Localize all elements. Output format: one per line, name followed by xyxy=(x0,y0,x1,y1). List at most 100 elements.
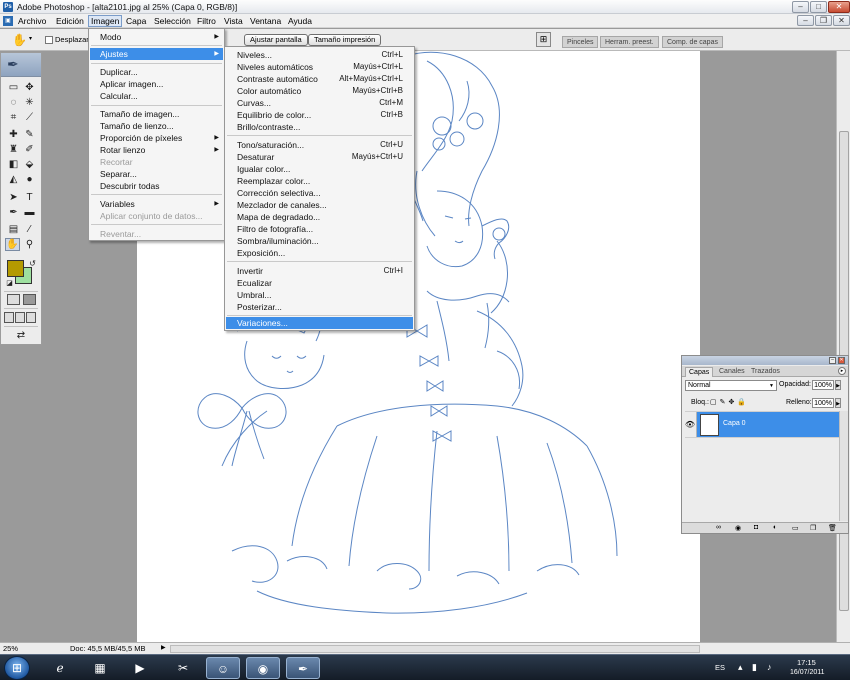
menu-item-brillo-contraste[interactable]: Brillo/contraste... xyxy=(226,121,413,133)
imageready-jump-icon[interactable]: ⇄ xyxy=(6,329,36,342)
start-button[interactable]: ⊞ xyxy=(4,656,30,680)
status-menu-arrow-icon[interactable]: ▶ xyxy=(161,643,166,654)
new-layer-icon[interactable]: ❐ xyxy=(810,524,816,532)
menu-vista[interactable]: Vista xyxy=(222,15,245,27)
screen-mode-menu-icon[interactable] xyxy=(15,312,25,323)
screen-mode-full-icon[interactable] xyxy=(26,312,36,323)
default-colors-icon[interactable]: ◪ xyxy=(2,277,17,290)
menu-item-curvas[interactable]: Curvas... Ctrl+M xyxy=(226,97,413,109)
menu-item-descubrir-todas[interactable]: Descubrir todas xyxy=(90,180,223,192)
notes-tool-icon[interactable]: ▤ xyxy=(6,223,21,236)
language-indicator[interactable]: ES xyxy=(715,663,725,672)
fx-icon[interactable]: ◉ xyxy=(735,524,741,532)
media-icon[interactable]: ▶ xyxy=(123,657,157,679)
blur-tool-icon[interactable]: ◭ xyxy=(6,173,21,186)
menu-item-separar[interactable]: Separar... xyxy=(90,168,223,180)
photoshop-icon[interactable]: ✒ xyxy=(286,657,320,679)
menu-item-umbral[interactable]: Umbral... xyxy=(226,289,413,301)
eraser-tool-icon[interactable]: ◧ xyxy=(6,158,21,171)
menu-item-rotar-lienzo[interactable]: Rotar lienzo ▶ xyxy=(90,144,223,156)
folder-icon[interactable]: ▭ xyxy=(792,524,799,532)
opacity-field[interactable]: 100% xyxy=(812,380,834,390)
tab-pinceles[interactable]: Pinceles xyxy=(562,36,599,48)
document-icon[interactable]: ▣ xyxy=(3,16,13,26)
tool-icon[interactable]: ✂ xyxy=(166,657,200,679)
history-brush-tool-icon[interactable]: ✐ xyxy=(22,143,37,156)
explorer-icon[interactable]: ▦ xyxy=(83,657,117,679)
menu-item-correccion-selectiva[interactable]: Corrección selectiva... xyxy=(226,187,413,199)
menu-imagen[interactable]: Imagen xyxy=(88,15,123,27)
layers-panel-titlebar[interactable]: – ✕ xyxy=(682,356,848,365)
minimize-button[interactable]: – xyxy=(792,1,809,13)
stamp-tool-icon[interactable]: ♜ xyxy=(6,143,21,156)
tool-preset-caret[interactable]: ▾ xyxy=(29,35,32,42)
trash-icon[interactable]: 🗑 xyxy=(828,524,837,532)
canvas-vertical-scrollbar[interactable] xyxy=(836,51,850,642)
menu-item-variaciones[interactable]: Variaciones... xyxy=(226,317,413,329)
menu-item-ecualizar[interactable]: Ecualizar xyxy=(226,277,413,289)
hand-tool-icon[interactable]: ✋ xyxy=(12,33,27,47)
magic-wand-tool-icon[interactable]: ✳ xyxy=(22,96,37,109)
clock-date[interactable]: 16/07/2011 xyxy=(790,669,825,676)
visibility-eye-icon[interactable]: 👁 xyxy=(684,412,697,437)
doc-minimize-button[interactable]: – xyxy=(797,15,814,26)
menu-filtro[interactable]: Filtro xyxy=(195,15,218,27)
layer-row[interactable]: 👁 Capa 0 xyxy=(684,411,839,438)
move-tool-icon[interactable]: ✥ xyxy=(22,81,37,94)
menu-item-tamano-lienzo[interactable]: Tamaño de lienzo... xyxy=(90,120,223,132)
menu-item-invertir[interactable]: Invertir Ctrl+I xyxy=(226,265,413,277)
menu-archivo[interactable]: Archivo xyxy=(16,15,48,27)
type-tool-icon[interactable]: T xyxy=(22,191,37,204)
standard-mode-icon[interactable] xyxy=(7,294,20,305)
menu-item-reemplazar-color[interactable]: Reemplazar color... xyxy=(226,175,413,187)
marquee-tool-icon[interactable]: ▭ xyxy=(6,81,21,94)
palette-well-icon[interactable]: ⊞ xyxy=(536,32,551,47)
lasso-tool-icon[interactable]: ◌ xyxy=(6,96,21,109)
path-select-tool-icon[interactable]: ➤ xyxy=(6,191,21,204)
menu-item-variables[interactable]: Variables ▶ xyxy=(90,198,223,210)
hand-tool-button[interactable]: ✋ xyxy=(5,238,20,251)
fit-screen-button[interactable]: Ajustar pantalla xyxy=(244,34,308,46)
maximize-button[interactable]: □ xyxy=(810,1,827,13)
doc-restore-button[interactable]: ❐ xyxy=(815,15,832,26)
menu-item-sombra-iluminacion[interactable]: Sombra/iluminación... xyxy=(226,235,413,247)
menu-item-modo[interactable]: Modo ▶ xyxy=(90,31,223,43)
fill-slider-arrow-icon[interactable]: ▶ xyxy=(835,398,841,408)
menu-seleccion[interactable]: Selección xyxy=(152,15,193,27)
slice-tool-icon[interactable]: ⟋ xyxy=(22,111,37,124)
blend-mode-select[interactable]: Normal ▼ xyxy=(685,380,777,391)
menu-item-mapa-degradado[interactable]: Mapa de degradado... xyxy=(226,211,413,223)
menu-item-contraste-automatico[interactable]: Contraste automático Alt+Mayús+Ctrl+L xyxy=(226,73,413,85)
menu-ayuda[interactable]: Ayuda xyxy=(286,15,314,27)
menu-item-mezclador-canales[interactable]: Mezclador de canales... xyxy=(226,199,413,211)
menu-item-exposicion[interactable]: Exposición... xyxy=(226,247,413,259)
crop-tool-icon[interactable]: ⌗ xyxy=(6,111,21,124)
panel-minimize-button[interactable]: – xyxy=(829,357,836,364)
shape-tool-icon[interactable]: ▬ xyxy=(22,206,37,219)
chrome-icon[interactable]: ◉ xyxy=(246,657,280,679)
doc-close-button[interactable]: ✕ xyxy=(833,15,850,26)
menu-item-ajustes[interactable]: Ajustes ▶ xyxy=(90,48,223,60)
menu-item-posterizar[interactable]: Posterizar... xyxy=(226,301,413,313)
ie-icon[interactable]: ℯ xyxy=(43,657,77,679)
tab-canales[interactable]: Canales xyxy=(716,367,748,377)
tab-herram-preest[interactable]: Herram. preest. xyxy=(600,36,659,48)
print-size-button[interactable]: Tamaño impresión xyxy=(308,34,382,46)
link-icon[interactable]: ∞ xyxy=(716,524,721,531)
eyedropper-tool-icon[interactable]: ⁄ xyxy=(22,223,37,236)
tray-up-arrow-icon[interactable]: ▴ xyxy=(738,662,743,673)
canvas-horizontal-scrollbar[interactable] xyxy=(170,645,700,653)
scroll-all-windows-checkbox[interactable] xyxy=(45,36,53,44)
panel-close-button[interactable]: ✕ xyxy=(838,357,845,364)
messenger-icon[interactable]: ☺ xyxy=(206,657,240,679)
tab-comp-capas[interactable]: Comp. de capas xyxy=(662,36,723,48)
menu-item-color-automatico[interactable]: Color automático Mayús+Ctrl+B xyxy=(226,85,413,97)
menu-item-aplicar-imagen[interactable]: Aplicar imagen... xyxy=(90,78,223,90)
bucket-tool-icon[interactable]: ⬙ xyxy=(22,158,37,171)
quick-mask-mode-icon[interactable] xyxy=(23,294,36,305)
menu-item-filtro-fotografia[interactable]: Filtro de fotografía... xyxy=(226,223,413,235)
panel-menu-icon[interactable]: ▸ xyxy=(838,367,846,375)
menu-item-tamano-imagen[interactable]: Tamaño de imagen... xyxy=(90,108,223,120)
tab-trazados[interactable]: Trazados xyxy=(748,367,783,377)
fill-field[interactable]: 100% xyxy=(812,398,834,408)
